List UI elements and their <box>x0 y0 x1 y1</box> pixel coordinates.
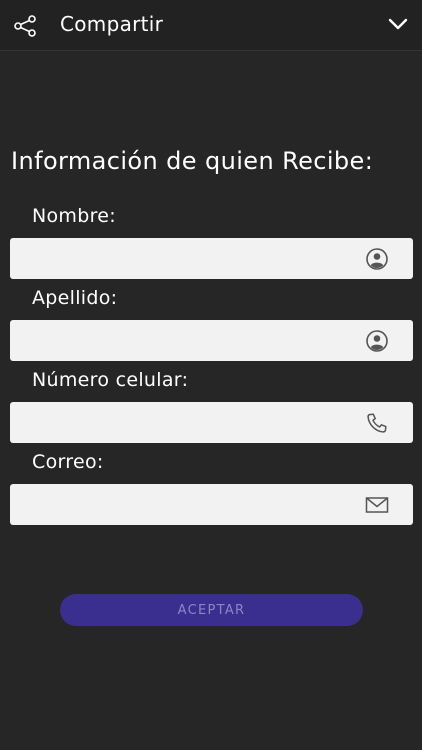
first-name-label: Nombre: <box>32 205 116 227</box>
last-name-field <box>10 320 413 361</box>
last-name-input[interactable] <box>10 320 350 361</box>
email-field <box>10 484 413 525</box>
email-input[interactable] <box>10 484 350 525</box>
mail-icon <box>365 497 389 513</box>
phone-label: Número celular: <box>32 369 189 391</box>
share-icon[interactable] <box>13 14 37 38</box>
form-title: Información de quien Recibe: <box>11 147 374 175</box>
top-bar: Compartir <box>0 0 422 51</box>
chevron-down-icon[interactable] <box>388 17 408 31</box>
phone-input[interactable] <box>10 402 350 443</box>
last-name-label: Apellido: <box>32 287 118 309</box>
header-title: Compartir <box>60 12 164 36</box>
person-icon <box>366 248 388 270</box>
accept-button[interactable]: ACEPTAR <box>60 594 363 626</box>
email-label: Correo: <box>32 451 104 473</box>
accept-button-label: ACEPTAR <box>177 602 246 618</box>
phone-field <box>10 402 413 443</box>
phone-icon <box>367 413 387 433</box>
first-name-input[interactable] <box>10 238 350 279</box>
person-icon <box>366 330 388 352</box>
first-name-field <box>10 238 413 279</box>
